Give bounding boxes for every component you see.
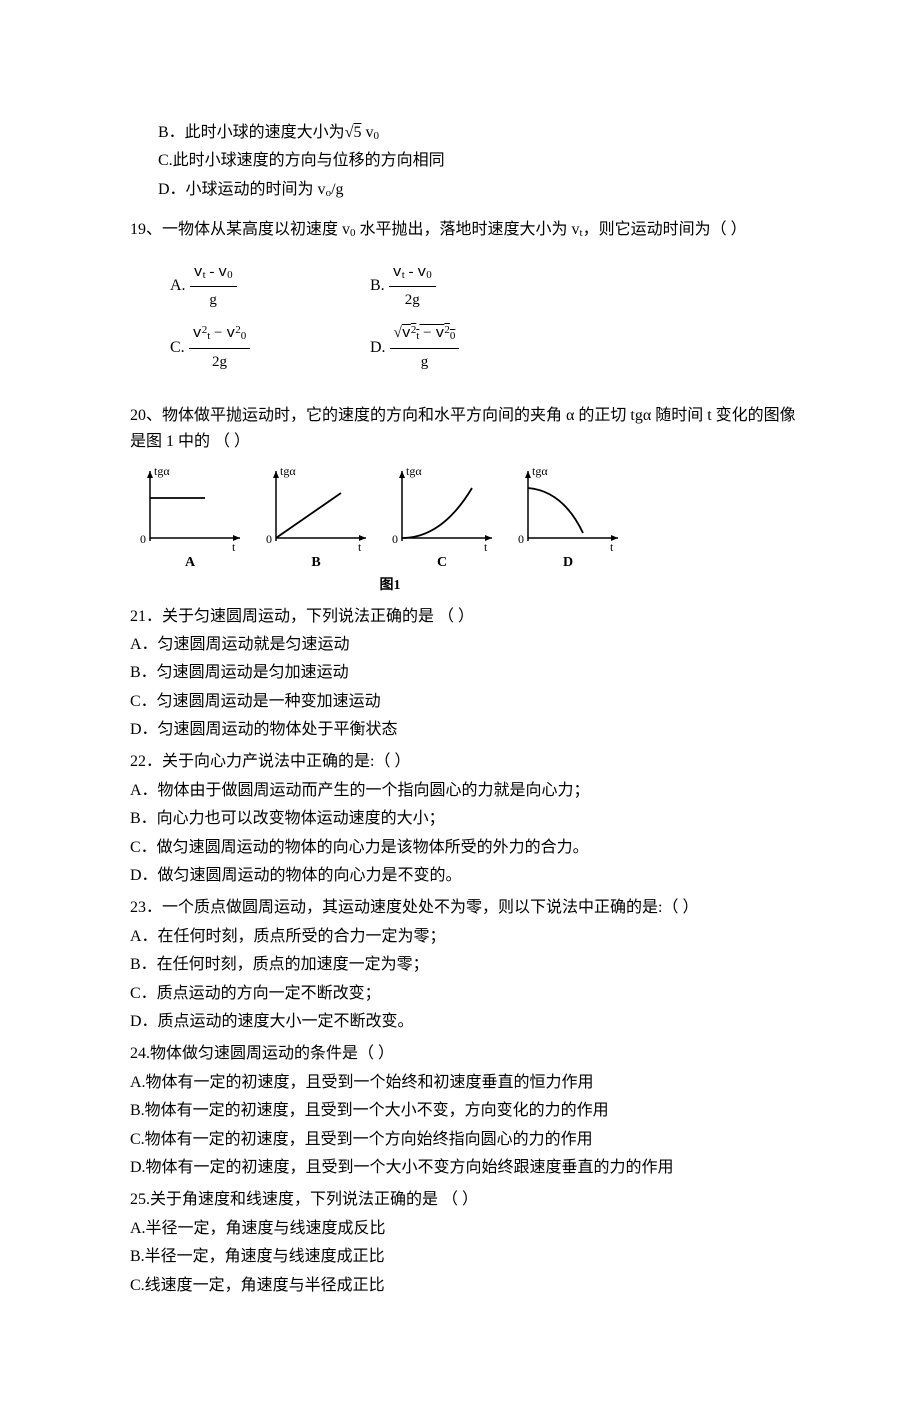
q21-stem: 21．关于匀速圆周运动，下列说法正确的是 （ ） [130, 604, 810, 630]
exam-page: B．此时小球的速度大小为√5 v0 C.此时小球速度的方向与位移的方向相同 D．… [0, 0, 920, 1401]
q23-option-a: A．在任何时刻，质点所受的合力一定为零； [130, 924, 810, 950]
q22-option-d: D．做匀速圆周运动的物体的向心力是不变的。 [130, 863, 810, 889]
q18-b-text: B．此时小球的速度大小为 [158, 124, 345, 141]
q20-stem: 20、物体做平抛运动时，它的速度的方向和水平方向间的夹角 α 的正切 tgα 随… [130, 403, 810, 456]
q20-graphs: tgα t 0 A tgα t 0 B [130, 463, 810, 574]
q19-stem: 19、一物体从某高度以初速度 v0 水平抛出，落地时速度大小为 vt，则它运动时… [130, 217, 810, 243]
q19-option-b: B. vt - v0 2g [370, 260, 570, 314]
q24-option-a: A.物体有一定的初速度，且受到一个始终和初速度垂直的恒力作用 [130, 1070, 810, 1096]
q19-options: A. vt - v0 g B. vt - v0 2g C. v2t − v20 … [170, 260, 610, 383]
q21-option-c: C．匀速圆周运动是一种变加速运动 [130, 689, 810, 715]
q25-stem: 25.关于角速度和线速度，下列说法正确的是 （ ） [130, 1187, 810, 1213]
q23-option-b: B．在任何时刻，质点的加速度一定为零； [130, 952, 810, 978]
q21-option-d: D．匀速圆周运动的物体处于平衡状态 [130, 717, 810, 743]
q23-stem: 23．一个质点做圆周运动，其运动速度处处不为零，则以下说法中正确的是:（ ） [130, 895, 810, 921]
q19-option-a: A. vt - v0 g [170, 260, 370, 314]
q25-option-a: A.半径一定，角速度与线速度成反比 [130, 1216, 810, 1242]
svg-text:tgα: tgα [532, 464, 548, 478]
q25-option-c: C.线速度一定，角速度与半径成正比 [130, 1273, 810, 1299]
q19-option-c: C. v2t − v20 2g [170, 321, 370, 375]
q24-option-b: B.物体有一定的初速度，且受到一个大小不变，方向变化的力的作用 [130, 1098, 810, 1124]
svg-text:tgα: tgα [280, 464, 296, 478]
q20-caption: 图1 [190, 574, 590, 597]
q21-option-a: A．匀速圆周运动就是匀速运动 [130, 632, 810, 658]
q22-option-a: A．物体由于做圆周运动而产生的一个指向圆心的力就是向心力； [130, 778, 810, 804]
svg-text:tgα: tgα [154, 464, 170, 478]
q25-option-b: B.半径一定，角速度与线速度成正比 [130, 1244, 810, 1270]
q18-b-sub: 0 [373, 130, 379, 142]
q24-option-d: D.物体有一定的初速度，且受到一个大小不变方向始终跟速度垂直的力的作用 [130, 1155, 810, 1181]
q19-option-d: D. √v2t − v20 g [370, 321, 570, 375]
q20-graph-c: tgα t 0 C [382, 463, 502, 574]
svg-text:tgα: tgα [406, 464, 422, 478]
q24-stem: 24.物体做匀速圆周运动的条件是（ ） [130, 1041, 810, 1067]
q21-option-b: B．匀速圆周运动是匀加速运动 [130, 660, 810, 686]
svg-text:0: 0 [266, 532, 272, 546]
q20-graph-d: tgα t 0 D [508, 463, 628, 574]
q18-option-d: D．小球运动的时间为 vo/g [130, 177, 810, 203]
sqrt-symbol: √5 [345, 124, 362, 141]
q22-option-b: B．向心力也可以改变物体运动速度的大小； [130, 806, 810, 832]
q22-stem: 22．关于向心力产说法中正确的是:（ ） [130, 749, 810, 775]
q24-option-c: C.物体有一定的初速度，且受到一个方向始终指向圆心的力的作用 [130, 1127, 810, 1153]
svg-text:0: 0 [140, 532, 146, 546]
q18-option-c: C.此时小球速度的方向与位移的方向相同 [130, 148, 810, 174]
svg-text:0: 0 [392, 532, 398, 546]
q18-option-b: B．此时小球的速度大小为√5 v0 [130, 120, 810, 146]
q23-option-c: C．质点运动的方向一定不断改变； [130, 981, 810, 1007]
svg-text:0: 0 [518, 532, 524, 546]
q18-b-tail: v [361, 124, 373, 141]
q20-graph-b: tgα t 0 B [256, 463, 376, 574]
q22-option-c: C．做匀速圆周运动的物体的向心力是该物体所受的外力的合力。 [130, 835, 810, 861]
q18-d-tail: /g [331, 181, 343, 198]
q20-graph-a: tgα t 0 A [130, 463, 250, 574]
q23-option-d: D．质点运动的速度大小一定不断改变。 [130, 1009, 810, 1035]
q18-d-text: D．小球运动的时间为 v [158, 181, 326, 198]
